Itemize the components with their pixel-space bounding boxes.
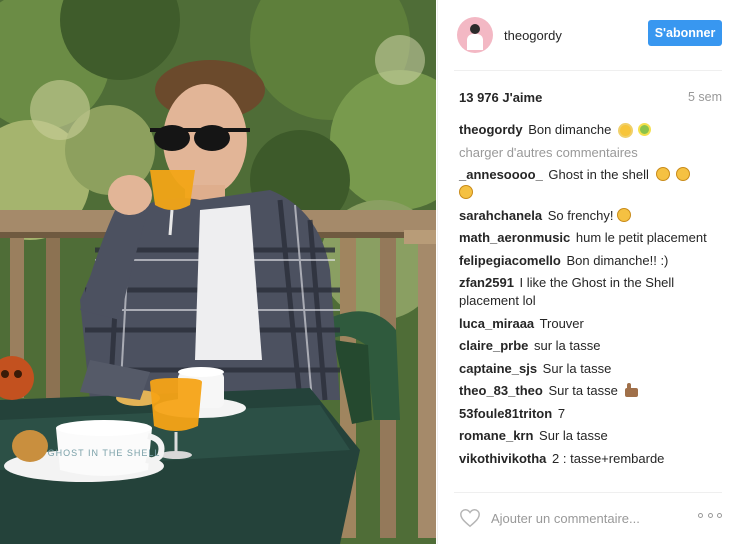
comment-username[interactable]: _annesoooo_ xyxy=(459,167,543,182)
list-item: sarahchanela So frenchy! xyxy=(459,207,717,225)
comment-username[interactable]: 53foule81triton xyxy=(459,406,552,421)
comment-bar xyxy=(459,503,722,533)
list-item: vikothivikotha 2 : tasse+rembarde xyxy=(459,450,717,468)
comment-text: Sur la tasse xyxy=(542,360,612,376)
comment-text: hum le petit placement xyxy=(575,230,707,245)
list-item: felipegiacomello Bon dimanche!! :) xyxy=(459,252,717,270)
header-divider xyxy=(454,70,722,71)
post-age[interactable]: 5 sem xyxy=(688,90,722,105)
sun-emoji-icon xyxy=(619,125,631,136)
comment-text: Sur la tasse xyxy=(539,428,608,443)
comments-list: theogordy Bon dimanche charger d'autres … xyxy=(459,121,717,472)
avatar[interactable] xyxy=(457,17,493,53)
comment-username[interactable]: luca_miraaa xyxy=(459,316,534,331)
comment-username[interactable]: vikothivikotha xyxy=(459,451,546,466)
photo-scene: GHOST IN THE SHELL xyxy=(0,0,436,544)
list-item: luca_miraaa Trouver xyxy=(459,315,717,333)
comment-username[interactable]: claire_prbe xyxy=(459,338,528,353)
list-item: claire_prbe sur la tasse xyxy=(459,337,717,355)
comment-username[interactable]: felipegiacomello xyxy=(459,253,561,268)
thinking-emoji-icon xyxy=(459,185,473,199)
comment-text: Bon dimanche xyxy=(528,122,612,137)
list-item: 53foule81triton 7 xyxy=(459,405,717,423)
list-item: zfan2591 I like the Ghost in the Shell p… xyxy=(459,274,717,310)
thinking-emoji-icon xyxy=(655,167,670,181)
comment-text: sur la tasse xyxy=(534,338,601,353)
comment-text: 2 : tasse+rembarde xyxy=(552,450,665,466)
comment-username[interactable]: theogordy xyxy=(459,122,523,137)
heart-icon[interactable] xyxy=(459,507,481,529)
thumbs-up-emoji-icon xyxy=(624,383,640,397)
comment-username[interactable]: romane_krn xyxy=(459,428,533,443)
comment-username[interactable]: theo_83_theo xyxy=(459,383,543,398)
post-side-panel: theogordy S'abonner 13 976 J'aime 5 sem … xyxy=(437,0,730,544)
comment-text: Trouver xyxy=(539,315,584,331)
post-header: theogordy S'abonner xyxy=(438,0,730,70)
post-username[interactable]: theogordy xyxy=(504,28,562,43)
comment-username[interactable]: sarahchanela xyxy=(459,208,542,223)
likes-row: 13 976 J'aime 5 sem xyxy=(459,90,722,105)
comment-username[interactable]: math_aeronmusic xyxy=(459,230,570,245)
follow-button[interactable]: S'abonner xyxy=(648,20,722,46)
list-item: romane_krn Sur la tasse xyxy=(459,427,717,445)
comment-text: Bon dimanche!! :) xyxy=(566,252,669,268)
comment-text: 7 xyxy=(557,405,566,421)
comment-text: So frenchy! xyxy=(547,207,614,223)
flower-emoji-icon xyxy=(637,123,651,136)
list-item: captaine_sjs Sur la tasse xyxy=(459,360,717,378)
list-item: _annesoooo_ Ghost in the shell xyxy=(459,166,717,202)
comment-username[interactable]: captaine_sjs xyxy=(459,361,537,376)
add-comment-input[interactable] xyxy=(491,510,681,526)
more-options-icon[interactable] xyxy=(698,510,722,520)
avatar-body xyxy=(467,34,483,50)
caption: theogordy Bon dimanche xyxy=(459,121,717,139)
footer-divider xyxy=(454,492,722,493)
post-photo[interactable]: GHOST IN THE SHELL xyxy=(0,0,436,544)
mug-text: GHOST IN THE SHELL xyxy=(48,448,161,458)
avatar-head xyxy=(470,24,480,34)
likes-count[interactable]: 13 976 J'aime xyxy=(459,90,542,105)
comment-username[interactable]: zfan2591 xyxy=(459,275,514,290)
thinking-emoji-icon xyxy=(676,167,691,181)
load-more-comments-link[interactable]: charger d'autres commentaires xyxy=(459,144,717,162)
comment-text: Sur ta tasse xyxy=(548,383,618,398)
list-item: theo_83_theo Sur ta tasse xyxy=(459,382,717,400)
comment-text: Ghost in the shell xyxy=(548,167,649,182)
grin-emoji-icon xyxy=(616,207,631,222)
list-item: math_aeronmusic hum le petit placement xyxy=(459,229,717,247)
